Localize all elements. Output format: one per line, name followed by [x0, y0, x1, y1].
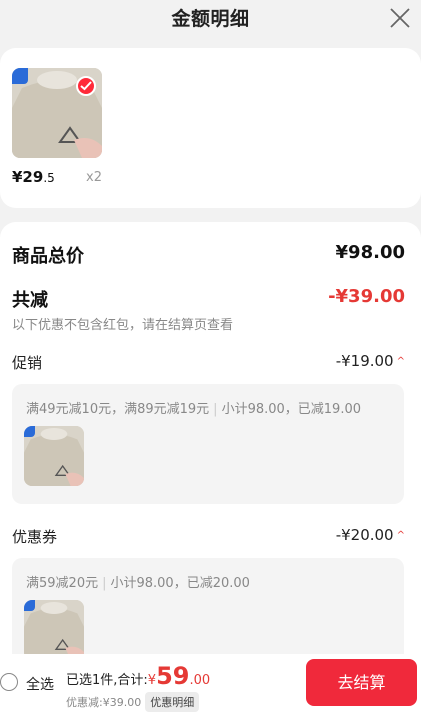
store-badge-icon	[24, 426, 35, 437]
coupon-note: 满59减20元 | 小计98.00，已减20.00	[26, 576, 250, 591]
coupon-product-thumbnail	[24, 600, 84, 660]
total-value: ¥98.00	[335, 242, 405, 263]
total-amount: 59	[156, 662, 190, 690]
promo-label: 促销	[12, 354, 43, 372]
chevron-up-icon: ^	[396, 356, 405, 367]
reduce-note: 以下优惠不包含红包，请在结算页查看	[12, 318, 234, 333]
selected-text: 已选1件,合计:	[66, 673, 148, 688]
order-summary: 已选1件,合计:¥59.00	[66, 662, 211, 690]
checked-icon[interactable]	[76, 76, 96, 96]
select-all-label[interactable]: 全选	[26, 674, 54, 694]
reduce-label: 共减	[12, 290, 48, 311]
product-card: ¥29.5 x2	[0, 48, 421, 208]
checkout-button[interactable]: 去结算	[306, 659, 417, 706]
product-thumbnail[interactable]	[12, 68, 102, 158]
discount-detail-button[interactable]: 优惠明细	[145, 692, 200, 712]
bottom-bar: 全选 已选1件,合计:¥59.00 优惠减:¥39.00 优惠明细 去结算	[0, 654, 421, 715]
header: 金额明细	[0, 0, 421, 40]
reduce-value: -¥39.00	[328, 286, 405, 307]
store-badge-icon	[12, 68, 28, 84]
chevron-up-icon: ^	[396, 530, 405, 541]
promo-detail-box: 满49元减10元，满89元减19元 | 小计98.00，已减19.00	[12, 384, 404, 504]
close-icon[interactable]	[389, 7, 411, 29]
select-all-radio[interactable]	[0, 673, 18, 691]
coupon-value[interactable]: -¥20.00 ^	[336, 526, 405, 544]
price-detail-card: 商品总价 ¥98.00 共减 -¥39.00 以下优惠不包含红包，请在结算页查看…	[0, 222, 421, 678]
discount-summary: 优惠减:¥39.00 优惠明细	[66, 692, 200, 712]
coupon-label: 优惠券	[12, 528, 58, 546]
discount-text: 优惠减:¥39.00	[66, 696, 142, 709]
product-price: ¥29.5	[12, 168, 55, 186]
page-title: 金额明细	[171, 8, 250, 30]
total-label: 商品总价	[12, 246, 84, 267]
promo-note: 满49元减10元，满89元减19元 | 小计98.00，已减19.00	[26, 402, 361, 417]
promo-product-thumbnail	[24, 426, 84, 486]
promo-value[interactable]: -¥19.00 ^	[336, 352, 405, 370]
product-quantity: x2	[86, 170, 102, 185]
store-badge-icon	[24, 600, 35, 611]
